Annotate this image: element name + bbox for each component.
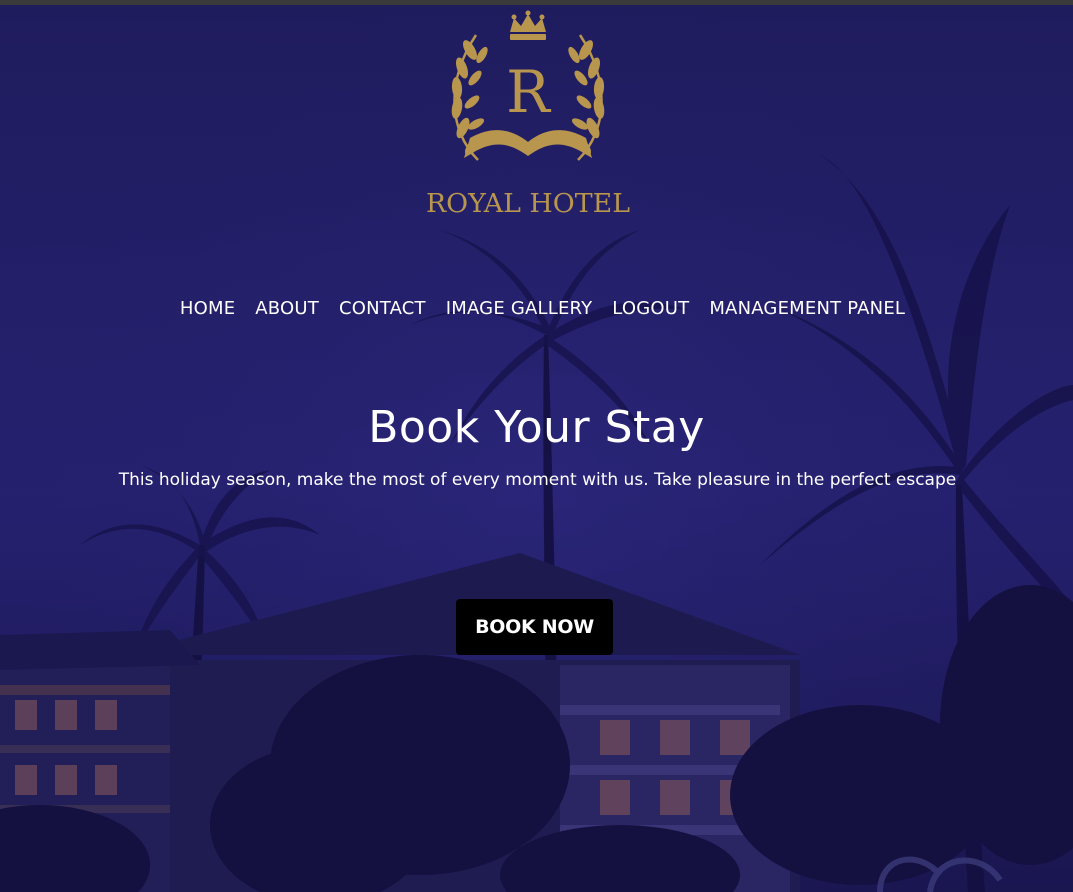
nav-contact-link[interactable]: CONTACT bbox=[339, 298, 426, 319]
nav-about-link[interactable]: ABOUT bbox=[255, 298, 319, 319]
browser-top-edge bbox=[0, 0, 1073, 5]
crown-icon bbox=[510, 10, 546, 40]
main-navigation: HOME ABOUT CONTACT IMAGE GALLERY LOGOUT … bbox=[0, 298, 1073, 319]
nav-home-link[interactable]: HOME bbox=[180, 298, 235, 319]
ribbon-icon bbox=[464, 130, 592, 158]
nav-logout-link[interactable]: LOGOUT bbox=[612, 298, 689, 319]
book-now-button[interactable]: BOOK NOW bbox=[456, 599, 613, 655]
logo-wordmark: ROYAL HOTEL bbox=[426, 189, 630, 219]
royal-hotel-logo[interactable]: R ROYAL HOTEL bbox=[418, 10, 638, 220]
hotel-landing-page: R ROYAL HOTEL HOME ABOUT CONTACT IMAGE G… bbox=[0, 0, 1073, 892]
hero-subtitle: This holiday season, make the most of ev… bbox=[118, 470, 957, 490]
hero-title: Book Your Stay bbox=[368, 402, 705, 453]
logo-monogram: R bbox=[506, 58, 552, 126]
nav-management-panel-link[interactable]: MANAGEMENT PANEL bbox=[709, 298, 905, 319]
nav-image-gallery-link[interactable]: IMAGE GALLERY bbox=[446, 298, 593, 319]
